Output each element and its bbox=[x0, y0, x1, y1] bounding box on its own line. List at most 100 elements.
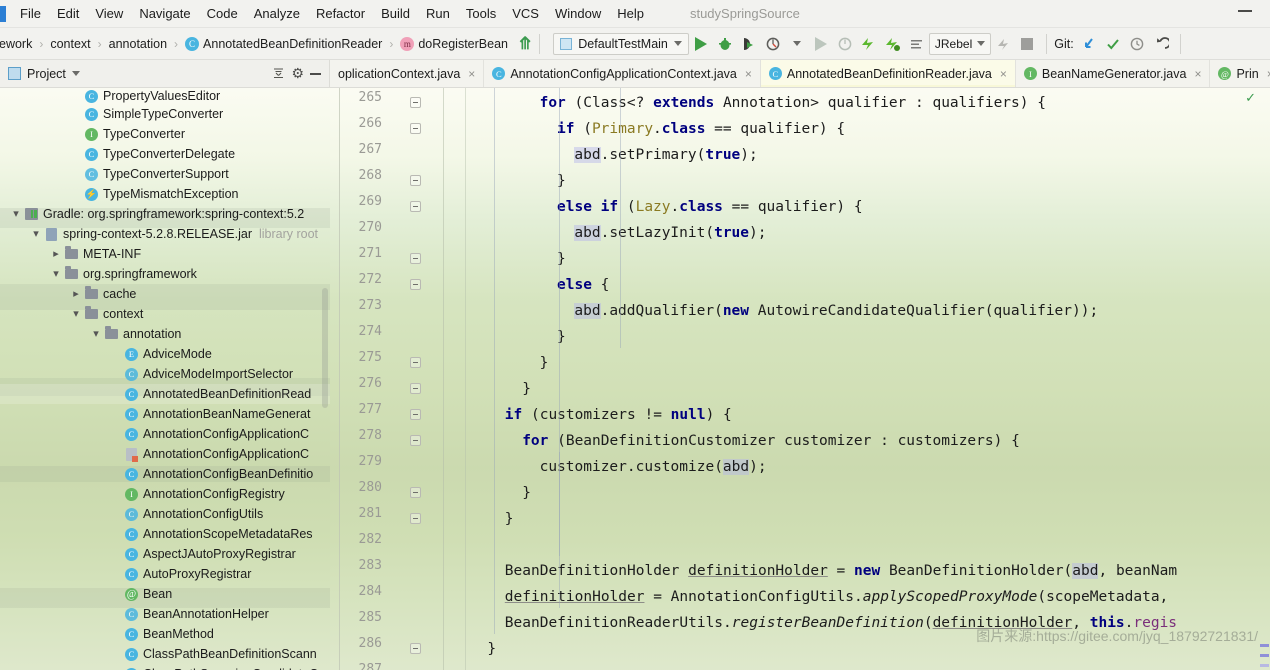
run-button[interactable] bbox=[689, 32, 713, 56]
chevron-down-icon[interactable] bbox=[71, 71, 80, 76]
code-fold-marker[interactable] bbox=[410, 357, 421, 368]
code-fold-marker[interactable] bbox=[410, 279, 421, 290]
menu-item-help[interactable]: Help bbox=[609, 2, 652, 26]
tree-item[interactable]: C AnnotationConfigUtils bbox=[0, 504, 330, 524]
tree-item[interactable]: CClassPathScanningCandidateC bbox=[0, 664, 330, 670]
breadcrumb-item-context[interactable]: context bbox=[50, 37, 90, 51]
tree-item[interactable]: C SimpleTypeConverter bbox=[0, 104, 330, 124]
tree-item[interactable]: C BeanAnnotationHelper bbox=[0, 604, 330, 624]
menu-item-view[interactable]: View bbox=[87, 2, 131, 26]
collapse-all-icon[interactable] bbox=[272, 66, 285, 81]
tree-item[interactable]: C AnnotatedBeanDefinitionRead bbox=[0, 384, 330, 404]
code-fold-marker[interactable] bbox=[410, 253, 421, 264]
tree-item[interactable]: ▾ context bbox=[0, 304, 330, 324]
chevron-down-icon[interactable]: ▾ bbox=[68, 304, 84, 324]
rerun-button[interactable] bbox=[809, 32, 833, 56]
editor-tab-annotatedbeandefinitionreader[interactable]: C AnnotatedBeanDefinitionReader.java × bbox=[760, 60, 1016, 87]
menu-item-build[interactable]: Build bbox=[373, 2, 418, 26]
git-history-button[interactable] bbox=[1125, 32, 1149, 56]
tree-item[interactable]: I TypeConverter bbox=[0, 124, 330, 144]
tree-item[interactable]: ▸ META-INF bbox=[0, 244, 330, 264]
tree-item[interactable]: C AnnotationBeanNameGenerat bbox=[0, 404, 330, 424]
run-configuration-selector[interactable]: DefaultTestMain bbox=[553, 32, 689, 55]
tree-item[interactable]: ▾ org.springframework bbox=[0, 264, 330, 284]
close-icon[interactable]: × bbox=[1194, 67, 1201, 81]
run-with-coverage-button[interactable] bbox=[737, 32, 761, 56]
code-fold-marker[interactable] bbox=[410, 409, 421, 420]
git-commit-button[interactable] bbox=[1101, 32, 1125, 56]
menu-item-edit[interactable]: Edit bbox=[49, 2, 87, 26]
menu-item-run[interactable]: Run bbox=[418, 2, 458, 26]
close-icon[interactable]: × bbox=[1000, 67, 1007, 81]
profile-dropdown[interactable] bbox=[785, 32, 809, 56]
tree-item[interactable]: ▾ annotation bbox=[0, 324, 330, 344]
code-fold-marker[interactable] bbox=[410, 201, 421, 212]
breadcrumb-item-annotatedbeandefinitionreader[interactable]: C AnnotatedBeanDefinitionReader bbox=[185, 36, 382, 51]
tree-item[interactable]: C AnnotationConfigBeanDefinitio bbox=[0, 464, 330, 484]
tree-item[interactable]: C AnnotationScopeMetadataRes bbox=[0, 524, 330, 544]
code-fold-marker[interactable] bbox=[410, 123, 421, 134]
breadcrumb-item-framework[interactable]: framework bbox=[0, 37, 32, 51]
code-fold-marker[interactable] bbox=[410, 513, 421, 524]
tree-scrollbar[interactable] bbox=[322, 288, 328, 408]
jrebel-debug-button[interactable] bbox=[881, 32, 905, 56]
close-icon[interactable]: × bbox=[468, 67, 475, 81]
menu-item-code[interactable]: Code bbox=[199, 2, 246, 26]
chevron-right-icon[interactable]: ▸ bbox=[68, 284, 84, 304]
tree-item[interactable]: I AnnotationConfigRegistry bbox=[0, 484, 330, 504]
tree-item[interactable]: ▾ Gradle: org.springframework:spring-cont… bbox=[0, 204, 330, 224]
menu-item-analyze[interactable]: Analyze bbox=[246, 2, 308, 26]
code-fold-marker[interactable] bbox=[410, 643, 421, 654]
tree-item[interactable]: E AdviceMode bbox=[0, 344, 330, 364]
tree-item[interactable]: C PropertyValuesEditor bbox=[0, 88, 330, 104]
project-tree[interactable]: C PropertyValuesEditor C SimpleTypeConverte… bbox=[0, 88, 330, 670]
menu-item-refactor[interactable]: Refactor bbox=[308, 2, 373, 26]
minimize-button[interactable] bbox=[1238, 10, 1252, 12]
profile-button[interactable] bbox=[761, 32, 785, 56]
code-fold-marker[interactable] bbox=[410, 97, 421, 108]
code-fold-marker[interactable] bbox=[410, 175, 421, 186]
editor-tab-beannamegenerator[interactable]: I BeanNameGenerator.java × bbox=[1015, 60, 1211, 87]
jrebel-run-button[interactable] bbox=[857, 32, 881, 56]
tree-item[interactable]: C ClassPathBeanDefinitionScann bbox=[0, 644, 330, 664]
menu-item-navigate[interactable]: Navigate bbox=[131, 2, 198, 26]
editor-tab-annotationconfigapplicationcontext[interactable]: C AnnotationConfigApplicationContext.java… bbox=[484, 60, 761, 87]
jrebel-console-button[interactable] bbox=[991, 32, 1015, 56]
tree-item[interactable]: ▸ cache bbox=[0, 284, 330, 304]
tree-item[interactable]: C TypeConverterDelegate bbox=[0, 144, 330, 164]
chevron-right-icon[interactable]: ▸ bbox=[48, 244, 64, 264]
code-text[interactable]: for (Class<? extends Annotation> qualifi… bbox=[470, 88, 1270, 670]
breadcrumb-item-annotation[interactable]: annotation bbox=[109, 37, 167, 51]
git-rollback-button[interactable] bbox=[1149, 32, 1173, 56]
debug-button[interactable] bbox=[713, 32, 737, 56]
editor-gutter[interactable]: 265 266 267 268 269 270 271 272 273 274 275 276 277 2… bbox=[330, 88, 470, 670]
breadcrumb-item-doregisterbean[interactable]: m doRegisterBean bbox=[400, 36, 508, 51]
gear-icon[interactable]: ⚙ bbox=[291, 65, 304, 82]
tree-item[interactable]: C TypeConverterSupport bbox=[0, 164, 330, 184]
editor-tab-oplicationcontext[interactable]: oplicationContext.java × bbox=[330, 60, 485, 87]
tree-item[interactable]: C AnnotationConfigApplicationC bbox=[0, 424, 330, 444]
code-editor[interactable]: 265 266 267 268 269 270 271 272 273 274 275 276 277 2… bbox=[330, 88, 1270, 670]
menu-item-vcs[interactable]: VCS bbox=[504, 2, 547, 26]
stop-button[interactable] bbox=[1015, 32, 1039, 56]
menu-item-window[interactable]: Window bbox=[547, 2, 609, 26]
chevron-down-icon[interactable]: ▾ bbox=[88, 324, 104, 344]
chevron-down-icon[interactable]: ▾ bbox=[28, 224, 44, 244]
editor-marker-bar[interactable] bbox=[1258, 88, 1270, 670]
tree-item[interactable]: C AutoProxyRegistrar bbox=[0, 564, 330, 584]
inspection-ok-icon[interactable]: ✓ bbox=[1245, 90, 1256, 106]
tree-item[interactable]: @ Bean bbox=[0, 584, 330, 604]
chevron-down-icon[interactable]: ▾ bbox=[8, 204, 24, 224]
tree-item[interactable]: C BeanMethod bbox=[0, 624, 330, 644]
tree-item[interactable]: ▾ spring-context-5.2.8.RELEASE.jar library… bbox=[0, 224, 330, 244]
menu-item-file[interactable]: File bbox=[12, 2, 49, 26]
editor-tab-prin[interactable]: @Prin× bbox=[1210, 60, 1270, 87]
show-commands-button[interactable] bbox=[905, 32, 929, 56]
navigate-up-icon[interactable]: ⤊ bbox=[518, 35, 532, 52]
code-fold-marker[interactable] bbox=[410, 435, 421, 446]
menu-item-tools[interactable]: Tools bbox=[458, 2, 504, 26]
tree-item[interactable]: ⚡ TypeMismatchException bbox=[0, 184, 330, 204]
tree-item[interactable]: C AspectJAutoProxyRegistrar bbox=[0, 544, 330, 564]
git-update-button[interactable] bbox=[1077, 32, 1101, 56]
code-fold-marker[interactable] bbox=[410, 383, 421, 394]
